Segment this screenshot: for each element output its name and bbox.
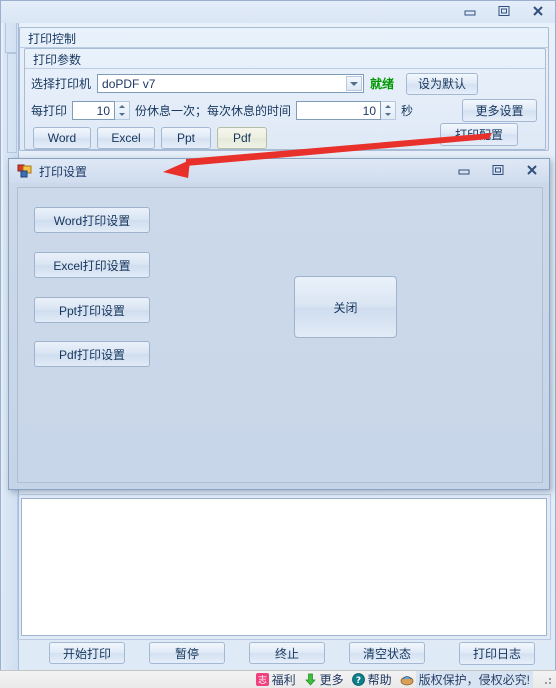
close-icon[interactable] [527,3,549,19]
print-control-group: 打印控制 打印参数 选择打印机 doPDF v7 就绪 设为默认 每打印 10 … [19,27,549,151]
printer-select-value: doPDF v7 [102,76,156,91]
bottom-button-bar: 开始打印 暂停 终止 清空状态 打印日志 [19,639,549,667]
spin-down-icon[interactable] [381,111,395,120]
print-settings-dialog: 打印设置 Word打印设置 Excel打印设置 Ppt打印设置 Pdf打印设置 … [8,158,550,490]
interval-count-input[interactable]: 10 [72,101,116,120]
pause-button[interactable]: 暂停 [149,642,225,664]
minimize-icon[interactable] [459,3,481,19]
rest-seconds-stepper[interactable]: 10 [296,101,397,120]
printer-label: 选择打印机 [31,77,92,91]
resize-grip[interactable] [541,674,553,686]
close-dialog-button[interactable]: 关闭 [294,276,397,338]
set-default-button[interactable]: 设为默认 [406,72,479,95]
ppt-print-settings-button[interactable]: Ppt打印设置 [34,297,150,323]
minimize-icon[interactable] [453,162,475,178]
rest-seconds-spin-buttons[interactable] [381,101,397,120]
more-settings-button[interactable]: 更多设置 [462,99,537,122]
printer-select[interactable]: doPDF v7 [97,74,365,93]
form-icon [17,163,33,179]
help-question-icon: ? [352,673,366,687]
statusbar-item-benefit[interactable]: 志 福利 [256,671,296,688]
seconds-label: 秒 [401,104,414,118]
svg-text:?: ? [356,676,361,686]
main-window-titlebar [1,1,555,23]
group-divider [25,68,545,69]
excel-print-settings-button[interactable]: Excel打印设置 [34,252,150,278]
interval-middle-label: 份休息一次；每次休息的时间 [135,104,292,118]
maximize-icon[interactable] [487,162,509,178]
spin-down-icon[interactable] [115,111,129,120]
word-print-settings-button[interactable]: Word打印设置 [34,207,150,233]
download-arrow-icon [304,673,318,687]
spin-up-icon[interactable] [115,102,129,111]
dialog-title: 打印设置 [39,164,88,179]
pdf-print-settings-button[interactable]: Pdf打印设置 [34,341,150,367]
statusbar-label-copyright: 版权保护，侵权必究! [415,671,533,688]
close-icon[interactable] [521,162,543,178]
stop-button[interactable]: 终止 [249,642,325,664]
rest-seconds-input[interactable]: 10 [296,101,382,120]
printer-status: 就绪 [370,77,395,91]
copyright-icon [400,673,414,687]
print-control-group-title: 打印控制 [28,32,77,46]
maximize-icon[interactable] [493,3,515,19]
left-panel-segment-2 [7,53,17,153]
main-window-controls [459,3,549,19]
printer-row: 选择打印机 doPDF v7 就绪 设为默认 [31,72,541,95]
spin-up-icon[interactable] [381,102,395,111]
pdf-button[interactable]: Pdf [217,127,267,149]
interval-count-stepper[interactable]: 10 [72,101,131,120]
screen: 打印控制 打印参数 选择打印机 doPDF v7 就绪 设为默认 每打印 10 … [0,0,556,688]
dialog-titlebar[interactable]: 打印设置 [9,159,549,183]
statusbar-item-help[interactable]: ? 帮助 [352,671,392,688]
log-list[interactable] [21,498,547,636]
print-params-group-title: 打印参数 [33,53,82,67]
dialog-window-controls [453,162,543,178]
statusbar: 志 福利 更多 ? 帮助 版权保护，侵权必究! [0,670,556,688]
statusbar-label-benefit: 福利 [271,673,296,687]
statusbar-label-help: 帮助 [367,673,392,687]
word-button[interactable]: Word [33,127,91,149]
statusbar-item-copyright[interactable]: 版权保护，侵权必究! [400,671,533,688]
interval-prefix-label: 每打印 [31,104,68,118]
dialog-body: Word打印设置 Excel打印设置 Ppt打印设置 Pdf打印设置 关闭 [17,187,543,483]
benefit-icon: 志 [256,673,270,687]
print-log-button[interactable]: 打印日志 [459,642,535,665]
interval-count-spin-buttons[interactable] [115,101,131,120]
svg-text:志: 志 [258,674,267,686]
ppt-button[interactable]: Ppt [161,127,211,149]
start-print-button[interactable]: 开始打印 [49,642,125,664]
left-panel-segment-1 [5,23,17,53]
statusbar-item-more[interactable]: 更多 [304,671,344,688]
excel-button[interactable]: Excel [97,127,155,149]
statusbar-label-more: 更多 [319,673,344,687]
print-config-button[interactable]: 打印配置 [440,123,518,146]
chevron-down-icon[interactable] [346,76,363,91]
clear-status-button[interactable]: 清空状态 [349,642,425,664]
